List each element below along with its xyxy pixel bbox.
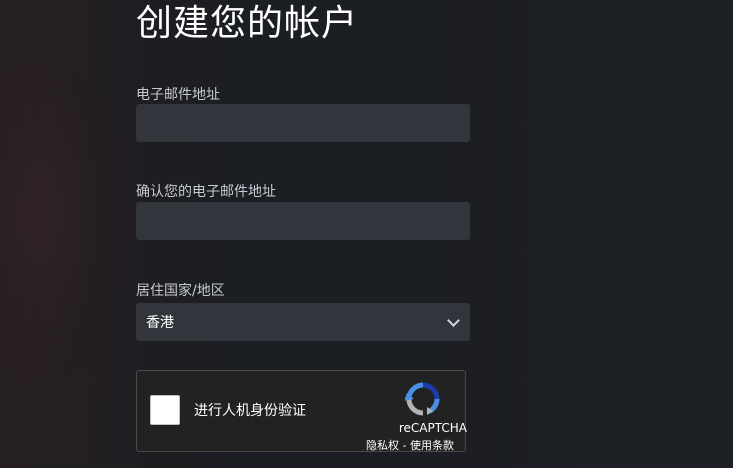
links-separator: - xyxy=(399,439,410,452)
email-label: 电子邮件地址 xyxy=(136,87,220,103)
recaptcha-widget: 进行人机身份验证 reCAPTCHA 隐私权 - 使用条款 xyxy=(136,370,467,453)
confirm-email-label: 确认您的电子邮件地址 xyxy=(136,184,276,200)
recaptcha-brand: reCAPTCHA xyxy=(398,421,467,435)
country-label: 居住国家/地区 xyxy=(136,283,225,299)
page-title: 创建您的帐户 xyxy=(136,3,359,44)
create-account-page: 创建您的帐户 电子邮件地址 确认您的电子邮件地址 居住国家/地区 香港 进行人机… xyxy=(0,0,733,468)
confirm-email-field[interactable] xyxy=(136,202,470,240)
country-select[interactable]: 香港 xyxy=(136,303,470,341)
country-selected-value: 香港 xyxy=(146,315,174,331)
recaptcha-checkbox[interactable] xyxy=(150,395,180,425)
recaptcha-links: 隐私权 - 使用条款 xyxy=(366,437,454,453)
privacy-link[interactable]: 隐私权 xyxy=(366,439,399,452)
chevron-down-icon xyxy=(447,313,460,327)
recaptcha-label: 进行人机身份验证 xyxy=(194,403,306,419)
terms-link[interactable]: 使用条款 xyxy=(410,439,454,452)
recaptcha-icon xyxy=(405,382,440,416)
email-field[interactable] xyxy=(136,104,470,142)
